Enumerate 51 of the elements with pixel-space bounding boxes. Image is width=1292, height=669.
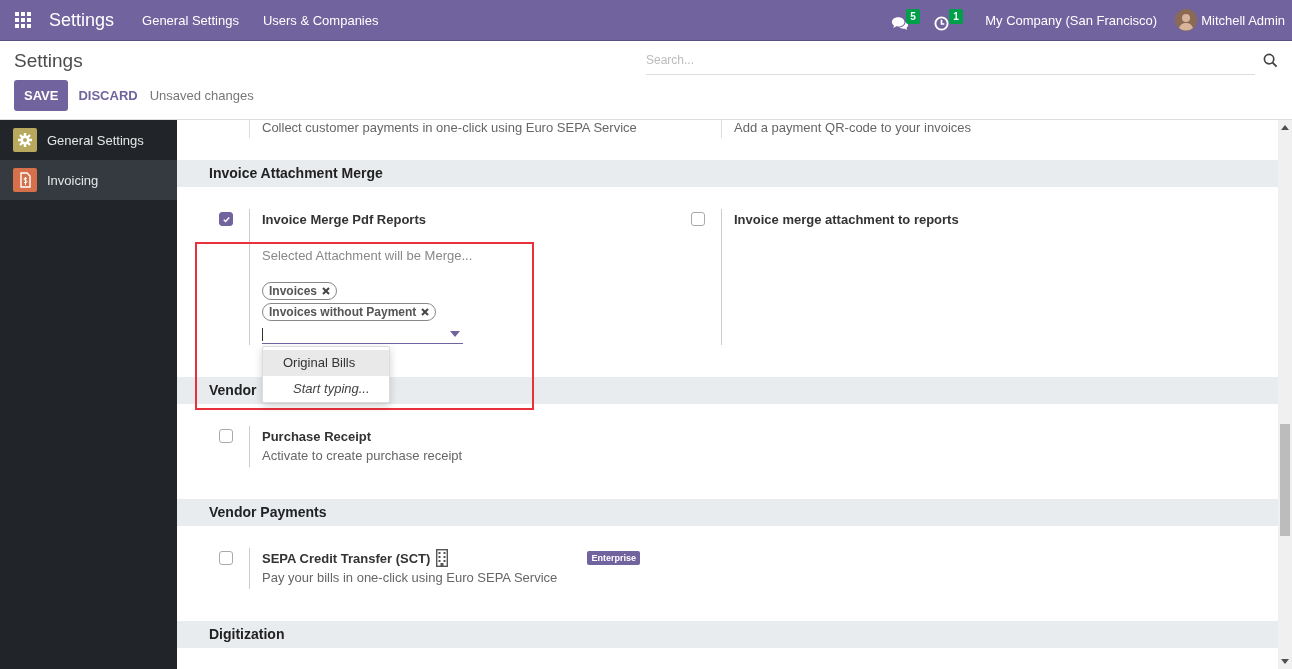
checkbox[interactable] xyxy=(219,212,233,226)
enterprise-badge: Enterprise xyxy=(587,551,640,565)
scrollbar[interactable] xyxy=(1278,120,1292,669)
setting-label: SEPA Credit Transfer (SCT) xyxy=(262,550,431,566)
remove-icon[interactable] xyxy=(322,287,331,295)
checkbox[interactable] xyxy=(219,429,233,443)
user-name[interactable]: Mitchell Admin xyxy=(1201,12,1285,28)
save-button[interactable]: SAVE xyxy=(14,80,69,111)
checkbox[interactable] xyxy=(219,551,233,565)
chat-icon[interactable] xyxy=(891,15,910,31)
scrollbar-thumb[interactable] xyxy=(1280,424,1290,536)
setting-description: Add a payment QR-code to your invoices xyxy=(734,120,972,136)
search-field[interactable]: Search... xyxy=(646,45,1255,75)
discard-button[interactable]: DISCARD xyxy=(68,80,148,111)
message-count-badge: 5 xyxy=(906,9,920,24)
remove-icon[interactable] xyxy=(421,308,430,316)
dropdown-hint[interactable]: Start typing... xyxy=(263,376,389,402)
app-title[interactable]: Settings xyxy=(43,9,121,31)
setting-label: Invoice Merge Pdf Reports xyxy=(262,211,426,227)
tag-label: Invoices xyxy=(269,284,318,298)
search-icon[interactable] xyxy=(1263,52,1278,68)
activity-count-badge: 1 xyxy=(949,9,963,24)
sidebar-label: Invoicing xyxy=(47,172,99,188)
field-label: Selected Attachment will be Merge... xyxy=(262,248,474,265)
status-text: Unsaved changes xyxy=(149,88,254,103)
scroll-up-icon[interactable] xyxy=(1281,125,1289,130)
sidebar-item[interactable]: General Settings xyxy=(0,120,177,160)
dropdown-item[interactable]: Original Bills xyxy=(263,350,389,376)
user-avatar-icon[interactable] xyxy=(1175,9,1198,31)
checkbox[interactable] xyxy=(691,212,705,226)
sidebar-label: General Settings xyxy=(47,132,144,148)
scroll-down-icon[interactable] xyxy=(1281,659,1289,664)
sidebar-item[interactable]: Invoicing xyxy=(0,160,177,200)
breadcrumb-title: Settings xyxy=(14,50,84,73)
caret-icon[interactable] xyxy=(450,331,460,337)
setting-description: Collect customer payments in one-click using Euro SEPA Service xyxy=(262,120,638,136)
clock-icon[interactable] xyxy=(934,15,950,31)
section-header: Digitization xyxy=(177,621,1278,648)
setting-description: Activate to create purchase receipt xyxy=(262,447,464,465)
setting-label: Purchase Receipt xyxy=(262,428,372,444)
section-header: Vendor Payments xyxy=(177,499,1278,526)
check-icon xyxy=(221,214,231,224)
app-menu-icon[interactable] xyxy=(15,12,31,28)
input-field[interactable] xyxy=(262,325,463,344)
company-switcher[interactable]: My Company (San Francisco) xyxy=(975,12,1168,28)
nav-menu-item[interactable]: General Settings xyxy=(130,12,251,28)
setting-label: Invoice merge attachment to reports xyxy=(734,211,959,227)
section-header: Invoice Attachment Merge xyxy=(177,160,1278,187)
tag-label: Invoices without Payment xyxy=(269,305,417,319)
setting-description: Pay your bills in one-click using Euro SEPA Service xyxy=(262,569,559,587)
nav-menu-item[interactable]: Users & Companies xyxy=(250,12,391,28)
